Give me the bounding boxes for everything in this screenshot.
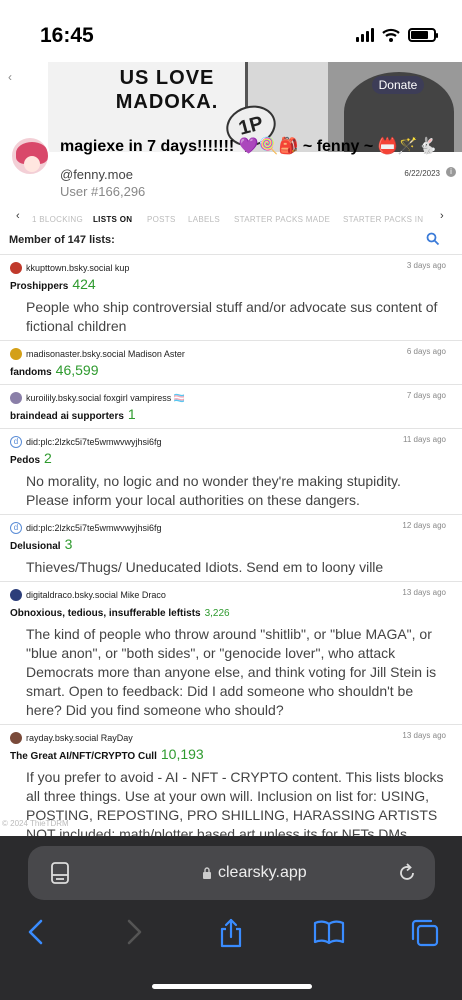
list-name-line: The Great AI/NFT/CRYPTO Cull 10,193: [10, 746, 454, 764]
list-member-count: 1: [127, 406, 136, 422]
list-owner[interactable]: kkupttown.bsky.social kup: [26, 263, 129, 273]
list-member-count: 46,599: [55, 362, 99, 378]
list-name-line: Obnoxious, tedious, insufferable leftist…: [10, 603, 454, 621]
list-owner-line: d did:plc:2lzkc5i7te5wmwvwyjhsi6fg: [10, 435, 454, 449]
cellular-signal-icon: [356, 28, 374, 42]
clock: 16:45: [40, 24, 94, 47]
list-member-count: 3,226: [204, 608, 230, 619]
list-owner-line: kuroilily.bsky.social foxgirl vampiress …: [10, 391, 454, 405]
list-name-line: fandoms 46,599: [10, 362, 454, 380]
list-description: Thieves/Thugs/ Uneducated Idiots. Send e…: [26, 559, 384, 575]
tab-blocking[interactable]: 1 BLOCKING: [32, 215, 83, 224]
list-name[interactable]: Proshippers: [10, 281, 68, 292]
list-item[interactable]: madisonaster.bsky.social Madison Aster 6 …: [0, 340, 462, 384]
battery-icon: [408, 28, 438, 42]
joined-date: 6/22/2023: [404, 169, 440, 178]
owner-avatar[interactable]: [10, 262, 22, 274]
list-time: 13 days ago: [402, 588, 446, 597]
list-name[interactable]: fandoms: [10, 367, 52, 378]
list-name-line: Pedos 2: [10, 450, 454, 468]
page-menu-icon[interactable]: [50, 862, 70, 884]
list-owner[interactable]: digitaldraco.bsky.social Mike Draco: [26, 590, 166, 600]
list-owner-line: digitaldraco.bsky.social Mike Draco: [10, 588, 454, 602]
list-item[interactable]: d did:plc:2lzkc5i7te5wmwvwyjhsi6fg 12 days…: [0, 514, 462, 581]
address-bar[interactable]: clearsky.app: [28, 846, 435, 900]
home-indicator: [152, 984, 312, 989]
list-owner[interactable]: rayday.bsky.social RayDay: [26, 733, 133, 743]
display-name: magiexe in 7 days!!!!!!! 💜🍭🎒 ~ fenny ~ 📛…: [60, 138, 438, 155]
tab-posts[interactable]: POSTS: [147, 215, 176, 224]
owner-avatar[interactable]: [10, 589, 22, 601]
list-time: 7 days ago: [406, 391, 446, 400]
browser-toolbar: clearsky.app: [0, 836, 462, 1000]
back-arrow-icon[interactable]: [26, 918, 46, 946]
default-avatar-icon[interactable]: d: [10, 436, 22, 448]
tab-lists-on[interactable]: LISTS ON: [93, 215, 132, 224]
tab-bar: ‹ 1 BLOCKING LISTS ON POSTS LABELS START…: [0, 210, 462, 230]
list-time: 13 days ago: [402, 731, 446, 740]
list-item[interactable]: digitaldraco.bsky.social Mike Draco 13 da…: [0, 581, 462, 724]
list-member-count: 424: [72, 276, 96, 292]
member-count: Member of 147 lists:: [9, 234, 115, 246]
wifi-icon: [382, 28, 400, 42]
back-chevron-icon[interactable]: ‹: [8, 70, 12, 84]
tab-labels[interactable]: LABELS: [188, 215, 220, 224]
list-name[interactable]: Pedos: [10, 455, 40, 466]
tab-scroll-left-icon[interactable]: ‹: [16, 210, 20, 222]
bookmarks-icon[interactable]: [313, 918, 345, 946]
list-owner-line: kkupttown.bsky.social kup: [10, 261, 454, 275]
list-name-line: Delusional 3: [10, 536, 454, 554]
avatar: [10, 136, 50, 176]
list-item[interactable]: kuroilily.bsky.social foxgirl vampiress …: [0, 384, 462, 428]
list-description: The kind of people who throw around "shi…: [26, 626, 437, 718]
tab-starter-packs-in[interactable]: STARTER PACKS IN: [343, 215, 423, 224]
share-icon[interactable]: [218, 918, 244, 948]
list-member-count: 2: [44, 450, 52, 466]
reload-icon[interactable]: [397, 862, 417, 884]
list-owner[interactable]: did:plc:2lzkc5i7te5wmwvwyjhsi6fg: [26, 523, 162, 533]
donate-button[interactable]: Donate: [372, 76, 424, 94]
list-member-count: 3: [64, 536, 73, 552]
list-name[interactable]: Delusional: [10, 541, 61, 552]
list-member-count: 10,193: [160, 746, 204, 762]
lock-icon: [203, 867, 211, 879]
list-item[interactable]: kkupttown.bsky.social kup 3 days ago Prosh…: [0, 254, 462, 340]
search-icon[interactable]: [426, 232, 440, 246]
forward-arrow-icon[interactable]: [124, 918, 144, 946]
list-description: People who ship controversial stuff and/…: [26, 299, 438, 334]
list-time: 11 days ago: [403, 435, 446, 444]
list-name[interactable]: Obnoxious, tedious, insufferable leftist…: [10, 608, 201, 619]
tab-starter-packs-made[interactable]: STARTER PACKS MADE: [234, 215, 330, 224]
list-description: No morality, no logic and no wonder they…: [26, 473, 401, 508]
lists-container: kkupttown.bsky.social kup 3 days ago Prosh…: [0, 254, 462, 924]
default-avatar-icon[interactable]: d: [10, 522, 22, 534]
banner-art-text: US LOVE MADOKA.: [115, 67, 219, 113]
list-name[interactable]: The Great AI/NFT/CRYPTO Cull: [10, 751, 157, 762]
list-owner-line: d did:plc:2lzkc5i7te5wmwvwyjhsi6fg: [10, 521, 454, 535]
list-owner[interactable]: madisonaster.bsky.social Madison Aster: [26, 349, 185, 359]
list-time: 3 days ago: [406, 261, 446, 270]
url-text: clearsky.app: [218, 864, 307, 881]
list-owner-line: rayday.bsky.social RayDay: [10, 731, 454, 745]
handle: @fenny.moe: [60, 167, 133, 182]
status-bar: 16:45: [0, 0, 462, 62]
list-time: 12 days ago: [402, 521, 446, 530]
owner-avatar[interactable]: [10, 348, 22, 360]
list-owner[interactable]: kuroilily.bsky.social foxgirl vampiress …: [26, 393, 185, 404]
copyright: © 2024 ThieTDRM: [2, 819, 69, 828]
list-name-line: Proshippers 424: [10, 276, 454, 294]
owner-avatar[interactable]: [10, 392, 22, 404]
list-item[interactable]: d did:plc:2lzkc5i7te5wmwvwyjhsi6fg 11 days…: [0, 428, 462, 514]
info-icon[interactable]: i: [446, 167, 456, 177]
owner-avatar[interactable]: [10, 732, 22, 744]
tabs-overview-icon[interactable]: [410, 918, 440, 948]
list-time: 6 days ago: [406, 347, 446, 356]
tab-scroll-right-icon[interactable]: ›: [440, 210, 444, 222]
list-name-line: braindead ai supporters 1: [10, 406, 454, 424]
list-owner[interactable]: did:plc:2lzkc5i7te5wmwvwyjhsi6fg: [26, 437, 162, 447]
status-icons: [356, 28, 438, 42]
list-name[interactable]: braindead ai supporters: [10, 411, 124, 422]
list-owner-line: madisonaster.bsky.social Madison Aster: [10, 347, 454, 361]
user-id: User #166,296: [60, 184, 146, 199]
